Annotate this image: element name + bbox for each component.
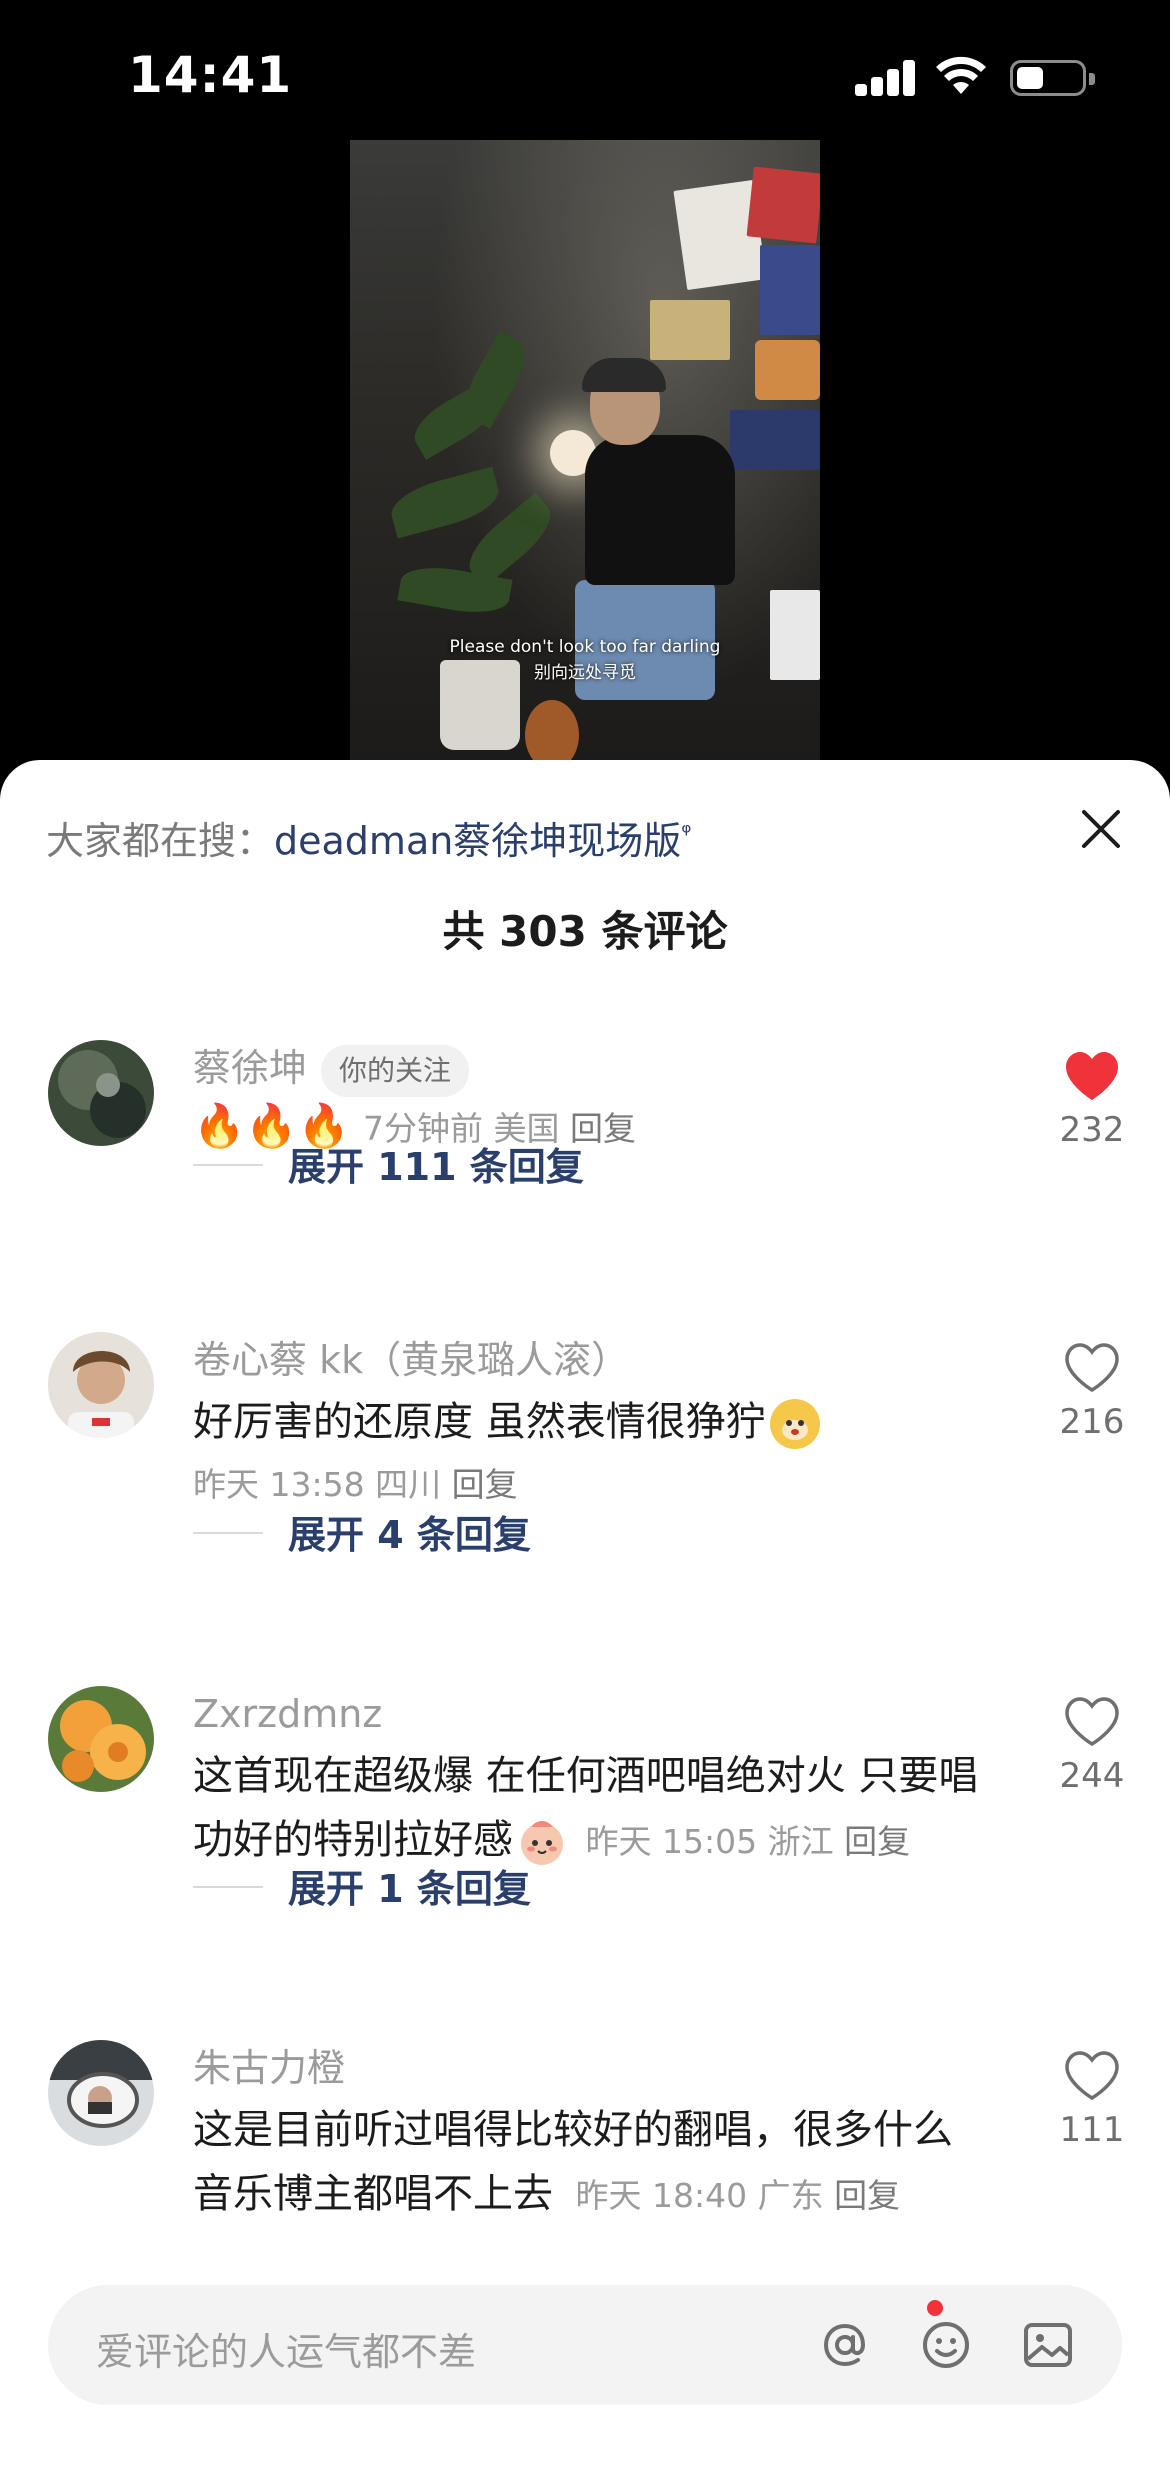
video-player[interactable]: Please don't look too far darling 别向远处寻觅: [350, 140, 820, 760]
like-button[interactable]: 244: [1050, 1696, 1134, 1796]
comment-username[interactable]: Zxrzdmnz: [193, 1686, 1013, 1742]
like-count: 244: [1059, 1756, 1125, 1796]
heart-outline-icon: [1065, 1697, 1119, 1747]
avatar[interactable]: [48, 2040, 154, 2146]
at-mention-icon[interactable]: [813, 2313, 877, 2377]
trending-search-prefix: 大家都在搜：: [46, 819, 275, 863]
comment-input[interactable]: 爱评论的人运气都不差: [48, 2285, 1122, 2405]
like-count: 111: [1059, 2110, 1125, 2150]
battery-icon: [1010, 60, 1095, 96]
like-button[interactable]: 232: [1050, 1050, 1134, 1150]
heart-filled-icon: [1066, 1052, 1118, 1100]
following-badge: 你的关注: [321, 1044, 470, 1097]
like-count: 232: [1059, 1110, 1125, 1150]
comment-text-line-1: 这首现在超级爆 在任何酒吧唱绝对火 只要唱: [193, 1753, 979, 1799]
reply-button[interactable]: 回复: [844, 1822, 910, 1861]
comment-text-line-2: 功好的特别拉好感: [193, 1817, 513, 1863]
status-bar: 14:41: [0, 0, 1170, 140]
comment-text-line-1: 这是目前听过唱得比较好的翻唱，很多什么: [193, 2107, 953, 2153]
like-count: 216: [1059, 1402, 1125, 1442]
trending-search[interactable]: 大家都在搜：deadman蔡徐坤现场版ᵠ: [46, 810, 691, 865]
video-subtitle-cn: 别向远处寻觅: [534, 663, 636, 683]
avatar[interactable]: [48, 1332, 154, 1438]
status-time: 14:41: [128, 46, 293, 104]
comment-input-placeholder: 爱评论的人运气都不差: [96, 2330, 477, 2374]
close-icon[interactable]: [1076, 804, 1126, 854]
expand-replies-button[interactable]: 展开 111 条回复: [288, 1136, 584, 1191]
notification-dot: [927, 2300, 943, 2316]
heart-outline-icon: [1065, 1343, 1119, 1393]
grimace-emoji-icon: [769, 1399, 820, 1449]
comment-count-title: 共 303 条评论: [442, 907, 728, 956]
comment-location: 浙江: [767, 1822, 834, 1861]
wifi-icon: [936, 56, 986, 94]
comment-username[interactable]: 卷心蔡 kk（黄泉璐人滚）: [193, 1332, 1013, 1388]
comment-username[interactable]: 朱古力橙: [193, 2040, 1013, 2096]
search-icon: ᵠ: [681, 818, 692, 847]
like-button[interactable]: 111: [1050, 2050, 1134, 2150]
emoji-icon[interactable]: [914, 2313, 978, 2377]
avatar[interactable]: [48, 1040, 154, 1146]
comment-sheet: 大家都在搜：deadman蔡徐坤现场版ᵠ 共 303 条评论 蔡徐坤 你的关注 🔥…: [0, 760, 1170, 2473]
comment-time: 昨天 13:58: [193, 1465, 365, 1504]
comment-text: 好厉害的还原度 虽然表情很狰狞: [193, 1399, 766, 1445]
image-picker-icon[interactable]: [1016, 2313, 1080, 2377]
reply-button[interactable]: 回复: [834, 2176, 900, 2215]
comment-location: 广东: [757, 2176, 824, 2215]
comment-time: 昨天 18:40: [575, 2176, 748, 2215]
like-button[interactable]: 216: [1050, 1342, 1134, 1442]
comment-location: 四川: [375, 1465, 442, 1504]
heart-outline-icon: [1065, 2051, 1119, 2101]
video-subtitle-en: Please don't look too far darling: [449, 637, 721, 657]
comment-text-line-2: 音乐博主都唱不上去: [193, 2171, 553, 2217]
comment-username[interactable]: 蔡徐坤: [193, 1046, 307, 1090]
expand-replies-button[interactable]: 展开 1 条回复: [288, 1858, 531, 1913]
expand-replies-button[interactable]: 展开 4 条回复: [288, 1504, 531, 1559]
trending-search-query[interactable]: deadman蔡徐坤现场版: [274, 819, 681, 863]
reply-button[interactable]: 回复: [452, 1465, 518, 1504]
comment-time: 昨天 15:05: [585, 1822, 758, 1861]
avatar[interactable]: [48, 1686, 154, 1792]
cellular-signal-icon: [855, 60, 917, 96]
